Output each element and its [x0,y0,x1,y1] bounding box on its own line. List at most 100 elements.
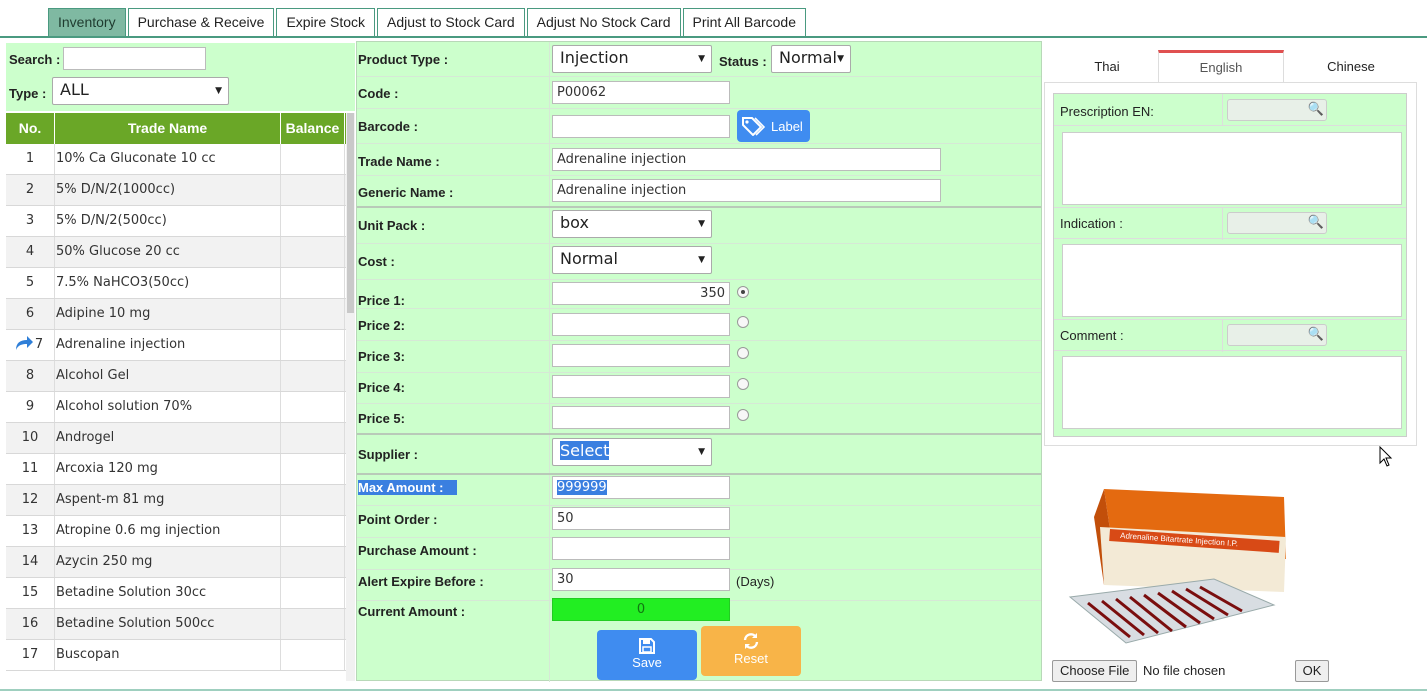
table-row[interactable]: 5 7.5% NaHCO3(50cc) [6,268,346,299]
trade-name-input[interactable]: Adrenaline injection [552,148,941,171]
price-5-radio[interactable] [737,409,749,421]
tab-inventory[interactable]: Inventory [48,8,126,37]
status-select[interactable]: Normal ▼ [771,45,851,73]
generic-name-input[interactable]: Adrenaline injection [552,179,941,202]
table-row[interactable]: 11 Arcoxia 120 mg [6,454,346,485]
tab-print-all-barcode[interactable]: Print All Barcode [682,8,806,37]
magnifier-icon[interactable]: 🔍 [1308,326,1324,342]
save-button[interactable]: Save [597,630,697,680]
max-amount-input[interactable]: 999999 [552,476,730,499]
header-balance[interactable]: Balance [281,113,345,144]
row-unit-pack: Unit Pack : box ▼ [357,209,1041,244]
price-1-label: Price 1: [358,293,405,308]
row-number: 11 [6,454,55,484]
product-grid: No. Trade Name Balance 1 10% Ca Gluconate… [6,113,346,681]
magnifier-icon[interactable]: 🔍 [1308,101,1324,117]
type-select[interactable]: ALL ▼ [52,77,229,105]
table-row[interactable]: 10 Androgel [6,423,346,454]
row-balance [281,516,345,546]
price-4-radio[interactable] [737,378,749,390]
reset-button[interactable]: Reset [701,626,801,676]
row-number: 1 [6,144,55,174]
chevron-down-icon: ▼ [837,54,844,64]
row-cost: Cost : Normal ▼ [357,245,1041,280]
prescription-search-input[interactable]: 🔍 [1227,99,1327,121]
row-point-order: Point Order : 50 [357,507,1041,538]
row-number: 14 [6,547,55,577]
prescription-textarea[interactable] [1062,132,1402,205]
chevron-down-icon: ▼ [698,255,705,265]
header-trade-name[interactable]: Trade Name [55,113,281,144]
grid-body: 1 10% Ca Gluconate 10 cc 2 5% D/N/2(1000cc)… [6,144,346,671]
unit-pack-select[interactable]: box ▼ [552,210,712,238]
table-row[interactable]: 9 Alcohol solution 70% [6,392,346,423]
scrollbar-thumb[interactable] [347,113,354,313]
table-row[interactable]: 2 5% D/N/2(1000cc) [6,175,346,206]
label-button[interactable]: Label [737,110,810,142]
purchase-amount-input[interactable] [552,537,730,560]
purchase-amount-label: Purchase Amount : [358,543,477,558]
comment-search-input[interactable]: 🔍 [1227,324,1327,346]
price-1-input[interactable]: 350 [552,282,730,305]
tab-expire-stock[interactable]: Expire Stock [276,8,376,37]
table-row[interactable]: 6 Adipine 10 mg [6,299,346,330]
table-row[interactable]: 8 Alcohol Gel [6,361,346,392]
refresh-icon [743,633,759,649]
price-5-input[interactable] [552,406,730,429]
alert-expire-input[interactable]: 30 [552,568,730,591]
code-input[interactable]: P00062 [552,81,730,104]
row-generic-name: Generic Name : Adrenaline injection [357,177,1041,208]
comment-label: Comment : [1060,328,1124,343]
grid-scrollbar[interactable] [346,113,355,681]
table-row[interactable]: 7 Adrenaline injection [6,330,346,361]
tab-adjust-to-stock-card[interactable]: Adjust to Stock Card [377,8,525,37]
price-4-input[interactable] [552,375,730,398]
price-2-input[interactable] [552,313,730,336]
grid-header: No. Trade Name Balance [6,113,346,144]
row-balance [281,206,345,236]
header-no[interactable]: No. [6,113,55,144]
product-type-select[interactable]: Injection ▼ [552,45,712,73]
ok-button[interactable]: OK [1295,660,1329,682]
table-row[interactable]: 12 Aspent-m 81 mg [6,485,346,516]
tab-chinese[interactable]: Chinese [1288,50,1414,82]
price-3-radio[interactable] [737,347,749,359]
tab-adjust-no-stock-card[interactable]: Adjust No Stock Card [526,8,681,37]
cost-select[interactable]: Normal ▼ [552,246,712,274]
price-1-radio[interactable] [737,286,749,298]
barcode-input[interactable] [552,115,730,138]
row-trade-name: Betadine Solution 500cc [55,609,281,639]
table-row[interactable]: 15 Betadine Solution 30cc [6,578,346,609]
supplier-select[interactable]: Select ▼ [552,438,712,466]
indication-textarea[interactable] [1062,244,1402,317]
table-row[interactable]: 13 Atropine 0.6 mg injection [6,516,346,547]
row-trade-name: Alcohol solution 70% [55,392,281,422]
table-row[interactable]: 1 10% Ca Gluconate 10 cc [6,144,346,175]
generic-name-label: Generic Name : [358,185,454,200]
magnifier-icon[interactable]: 🔍 [1308,214,1324,230]
comment-textarea[interactable] [1062,356,1402,429]
point-order-input[interactable]: 50 [552,507,730,530]
row-code: Code : P00062 [357,78,1041,109]
divider [1222,94,1223,126]
tab-purchase-receive[interactable]: Purchase & Receive [127,8,275,37]
table-row[interactable]: 14 Azycin 250 mg [6,547,346,578]
price-3-input[interactable] [552,344,730,367]
row-balance [281,485,345,515]
max-amount-label: Max Amount : [358,480,458,495]
choose-file-button[interactable]: Choose File [1052,660,1138,682]
price-2-radio[interactable] [737,316,749,328]
table-row[interactable]: 4 50% Glucose 20 cc [6,237,346,268]
tab-thai[interactable]: Thai [1044,50,1170,82]
table-row[interactable]: 16 Betadine Solution 500cc [6,609,346,640]
search-input[interactable] [63,47,206,70]
row-barcode: Barcode : Label [357,110,1041,144]
unit-pack-value: box [560,213,589,232]
price-2-label: Price 2: [358,318,405,333]
row-supplier: Supplier : Select ▼ [357,436,1041,475]
product-type-value: Injection [560,48,629,67]
indication-search-input[interactable]: 🔍 [1227,212,1327,234]
table-row[interactable]: 3 5% D/N/2(500cc) [6,206,346,237]
table-row[interactable]: 17 Buscopan [6,640,346,671]
tab-english[interactable]: English [1158,50,1284,82]
